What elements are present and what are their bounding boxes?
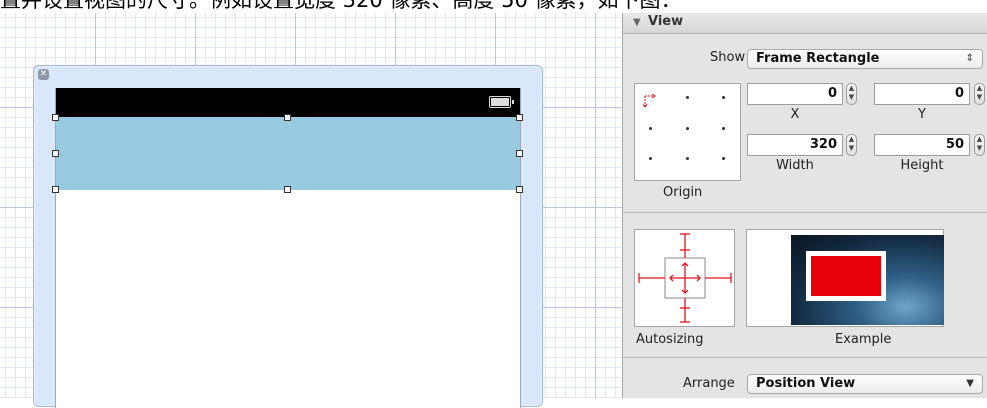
show-label: Show [710, 50, 746, 65]
x-label: X [790, 107, 800, 122]
close-icon[interactable]: ✕ [38, 69, 49, 80]
origin-marker-icon [643, 94, 656, 108]
updown-arrows-icon: ⇕ [965, 53, 974, 64]
resize-handle-bottom[interactable] [284, 186, 291, 193]
origin-point-middle-right[interactable] [722, 127, 725, 130]
origin-label: Origin [663, 185, 703, 200]
arrange-popup-value: Position View [756, 376, 856, 391]
resize-handle-left[interactable] [52, 150, 59, 157]
width-stepper[interactable]: ▲ ▼ [846, 134, 857, 156]
resize-handle-right[interactable] [516, 150, 523, 157]
x-field[interactable]: 0 [747, 83, 843, 105]
arrange-popup[interactable]: Position View ▼ [747, 374, 983, 394]
example-label: Example [835, 332, 892, 347]
device-view[interactable] [52, 88, 523, 408]
view-inspector: ▼ View Show Frame Rectangle ⇕ Origin 0 ▲… [622, 13, 987, 398]
origin-point-middle-left[interactable] [649, 127, 652, 130]
resize-handle-top[interactable] [284, 114, 291, 121]
origin-selector[interactable] [634, 83, 741, 181]
origin-point-top-right[interactable] [722, 96, 725, 99]
origin-point-bottom-left[interactable] [649, 157, 652, 160]
selected-view[interactable] [56, 117, 520, 190]
example-preview [746, 229, 944, 327]
disclosure-triangle-icon[interactable]: ▼ [633, 17, 641, 28]
show-popup-value: Frame Rectangle [756, 51, 880, 66]
view-section-header[interactable]: ▼ View [623, 13, 987, 34]
origin-point-center[interactable] [686, 127, 689, 130]
section-divider [623, 212, 987, 213]
section-title: View [648, 14, 684, 29]
autosizing-struts-icon [638, 233, 732, 323]
caption-text: 置并设置视图的尺寸。例如设置宽度 320 像素、高度 50 像素，如下图： [0, 0, 682, 12]
y-field[interactable]: 0 [874, 83, 970, 105]
autosizing-control[interactable] [634, 229, 735, 327]
width-field[interactable]: 320 [747, 134, 843, 156]
y-label: Y [918, 107, 926, 122]
width-label: Width [776, 158, 814, 173]
battery-icon [489, 96, 514, 108]
arrange-label: Arrange [683, 376, 735, 391]
origin-point-bottom-right[interactable] [722, 157, 725, 160]
height-field[interactable]: 50 [874, 134, 970, 156]
origin-point-bottom-center[interactable] [686, 157, 689, 160]
chevron-down-icon: ▼ [966, 378, 974, 389]
resize-handle-top-left[interactable] [52, 114, 59, 121]
x-stepper[interactable]: ▲ ▼ [846, 83, 857, 105]
origin-point-top-center[interactable] [686, 96, 689, 99]
height-label: Height [900, 158, 944, 173]
section-divider [623, 357, 987, 358]
show-popup[interactable]: Frame Rectangle ⇕ [747, 49, 983, 69]
resize-handle-bottom-left[interactable] [52, 186, 59, 193]
example-view-rect [806, 251, 886, 301]
resize-handle-bottom-right[interactable] [516, 186, 523, 193]
resize-handle-top-right[interactable] [516, 114, 523, 121]
autosizing-label: Autosizing [636, 332, 704, 347]
example-wallpaper [791, 235, 944, 325]
y-stepper[interactable]: ▲ ▼ [974, 83, 985, 105]
height-stepper[interactable]: ▲ ▼ [974, 134, 985, 156]
status-bar [56, 88, 520, 117]
